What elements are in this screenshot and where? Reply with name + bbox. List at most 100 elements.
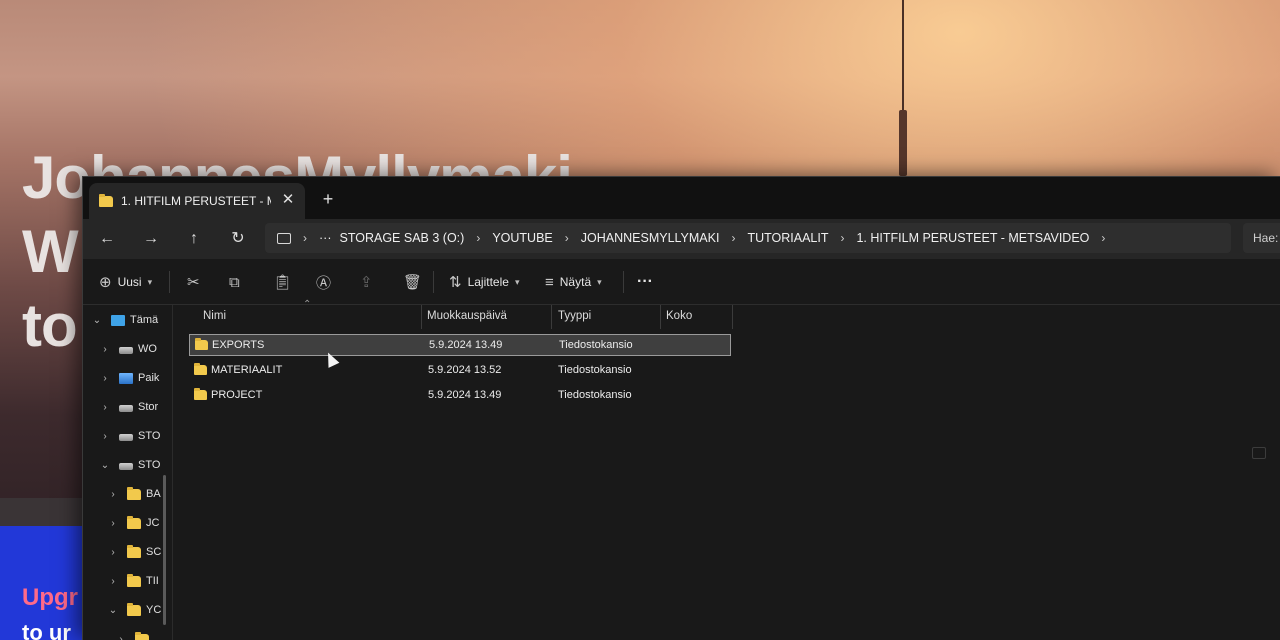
folder-icon	[99, 193, 113, 207]
chevron-down-icon[interactable]: ⌄	[91, 315, 103, 326]
share-icon: ⇪	[360, 274, 373, 291]
chevron-down-icon[interactable]: ⌄	[99, 460, 111, 471]
search-input[interactable]: Hae:	[1243, 223, 1280, 253]
column-name[interactable]: Nimi	[203, 310, 226, 322]
column-modified[interactable]: Muokkauspäivä	[427, 310, 507, 322]
close-tab-button[interactable]: ✕	[279, 191, 297, 209]
more-options-button[interactable]: ···	[637, 271, 653, 293]
drive-icon	[119, 433, 133, 441]
sort-button[interactable]: ⇅ Lajittele ▾	[449, 271, 519, 293]
promo-line-2: to ur	[22, 620, 71, 640]
column-size[interactable]: Koko	[666, 310, 692, 322]
tab-active[interactable]: 1. HITFILM PERUSTEET - METS ✕	[89, 183, 305, 219]
divider	[623, 271, 624, 293]
command-bar: ⊕ Uusi ▾ ✂ ⧉ 📋︎ Ⓐ ⇪ 🗑︎ ⇅ Lajittele ▾ ≡ N…	[83, 259, 1280, 305]
chevron-right-icon[interactable]: ›	[107, 518, 119, 529]
chevron-right-icon[interactable]: ›	[99, 373, 111, 384]
sidebar-item-label: Tämä	[130, 314, 159, 326]
address-bar[interactable]: › ··· STORAGE SAB 3 (O:) › YOUTUBE › JOH…	[265, 223, 1231, 253]
rename-button[interactable]: Ⓐ	[316, 271, 331, 293]
chevron-down-icon[interactable]: ⌄	[107, 605, 119, 616]
column-divider[interactable]	[732, 305, 733, 329]
network-drive-icon	[119, 372, 133, 384]
sidebar-item-drive[interactable]: › WO	[99, 337, 157, 361]
file-row[interactable]: MATERIAALIT 5.9.2024 13.52 Tiedostokansi…	[189, 360, 731, 382]
column-divider[interactable]	[421, 305, 422, 329]
chevron-right-icon[interactable]: ›	[99, 344, 111, 355]
folder-icon	[127, 602, 141, 616]
chevron-right-icon[interactable]: ›	[731, 231, 735, 245]
file-row[interactable]: PROJECT 5.9.2024 13.49 Tiedostokansio	[189, 385, 731, 407]
forward-button[interactable]: →	[139, 227, 163, 251]
breadcrumb-storage[interactable]: STORAGE SAB 3 (O:)	[340, 231, 465, 245]
file-row-selected[interactable]: EXPORTS 5.9.2024 13.49 Tiedostokansio	[189, 334, 731, 356]
sidebar-item-drive[interactable]: › Stor	[99, 395, 158, 419]
chevron-right-icon[interactable]: ›	[565, 231, 569, 245]
pc-icon	[111, 314, 125, 326]
chevron-right-icon[interactable]: ›	[107, 576, 119, 587]
sidebar-item-folder[interactable]: › BA	[107, 482, 161, 506]
share-button[interactable]: ⇪	[360, 271, 373, 293]
column-type[interactable]: Tyyppi	[558, 310, 591, 322]
cut-button[interactable]: ✂	[187, 271, 200, 293]
folder-icon	[135, 631, 149, 640]
sidebar-item-folder[interactable]: › TII	[107, 569, 159, 593]
navigation-pane: ⌄ Tämä › WO › Paik › Stor › STO ⌄ STO › …	[83, 305, 173, 640]
delete-button[interactable]: 🗑︎	[403, 271, 422, 293]
paste-button[interactable]: 📋︎	[273, 271, 292, 293]
chevron-right-icon[interactable]: ›	[99, 431, 111, 442]
sidebar-item-drive[interactable]: › Paik	[99, 366, 159, 390]
breadcrumb-tutoriaalit[interactable]: TUTORIAALIT	[747, 231, 828, 245]
computer-icon[interactable]	[277, 232, 291, 244]
trash-icon: 🗑︎	[403, 274, 423, 291]
file-type: Tiedostokansio	[558, 389, 632, 401]
chevron-right-icon[interactable]: ›	[107, 547, 119, 558]
folder-icon	[194, 363, 207, 375]
back-button[interactable]: ←	[95, 227, 119, 251]
breadcrumb-current-folder[interactable]: 1. HITFILM PERUSTEET - METSAVIDEO	[856, 231, 1089, 245]
view-button[interactable]: ≡ Näytä ▾	[545, 271, 602, 293]
chevron-right-icon[interactable]: ›	[99, 402, 111, 413]
scissors-icon: ✂	[187, 274, 200, 291]
sidebar-item-drive[interactable]: › STO	[99, 424, 160, 448]
chevron-right-icon[interactable]: ›	[115, 634, 127, 640]
chevron-right-icon[interactable]: ›	[840, 231, 844, 245]
column-divider[interactable]	[660, 305, 661, 329]
file-name: PROJECT	[211, 389, 263, 401]
tab-title: 1. HITFILM PERUSTEET - METS	[121, 194, 271, 208]
sidebar-item-folder[interactable]: ›	[115, 627, 149, 640]
chevron-down-icon: ▾	[597, 276, 602, 287]
drive-icon	[119, 346, 133, 354]
sidebar-item-folder[interactable]: › SC	[107, 540, 161, 564]
sidebar-item-drive-expanded[interactable]: ⌄ STO	[99, 453, 161, 477]
file-modified: 5.9.2024 13.49	[428, 389, 502, 401]
sidebar-item-label: STO	[138, 459, 161, 471]
navigation-bar: ← → ↑ ↻ › ··· STORAGE SAB 3 (O:) › YOUTU…	[83, 219, 1280, 259]
chevron-right-icon[interactable]: ›	[303, 231, 307, 245]
chevron-right-icon[interactable]: ›	[107, 489, 119, 500]
up-button[interactable]: ↑	[182, 227, 206, 251]
breadcrumb-johannesmyllymaki[interactable]: JOHANNESMYLLYMAKI	[581, 231, 720, 245]
sidebar-item-label: Paik	[138, 372, 160, 384]
new-tab-button[interactable]: +	[317, 188, 339, 210]
copy-button[interactable]: ⧉	[229, 271, 240, 293]
refresh-button[interactable]: ↻	[226, 227, 250, 251]
sidebar-item-folder-expanded[interactable]: ⌄ YC	[107, 598, 161, 622]
breadcrumb-youtube[interactable]: YOUTUBE	[492, 231, 552, 245]
file-name: EXPORTS	[212, 339, 265, 351]
sidebar-scrollbar[interactable]	[163, 475, 166, 625]
sidebar-item-folder[interactable]: › JC	[107, 511, 159, 535]
new-button[interactable]: ⊕ Uusi ▾	[99, 271, 152, 293]
background-promo-banner: Upgr to ur	[0, 526, 84, 640]
drive-icon	[119, 462, 133, 470]
breadcrumb-more[interactable]: ···	[319, 231, 332, 245]
chevron-right-icon[interactable]: ›	[476, 231, 480, 245]
sidebar-item-this-pc[interactable]: ⌄ Tämä	[91, 308, 158, 332]
column-divider[interactable]	[551, 305, 552, 329]
chevron-down-icon: ▾	[147, 276, 153, 287]
chevron-right-icon[interactable]: ›	[1101, 231, 1105, 245]
sidebar-item-label: SC	[146, 546, 162, 558]
drive-icon	[119, 404, 133, 412]
file-type: Tiedostokansio	[558, 364, 632, 376]
preview-pane-icon[interactable]	[1252, 447, 1266, 459]
